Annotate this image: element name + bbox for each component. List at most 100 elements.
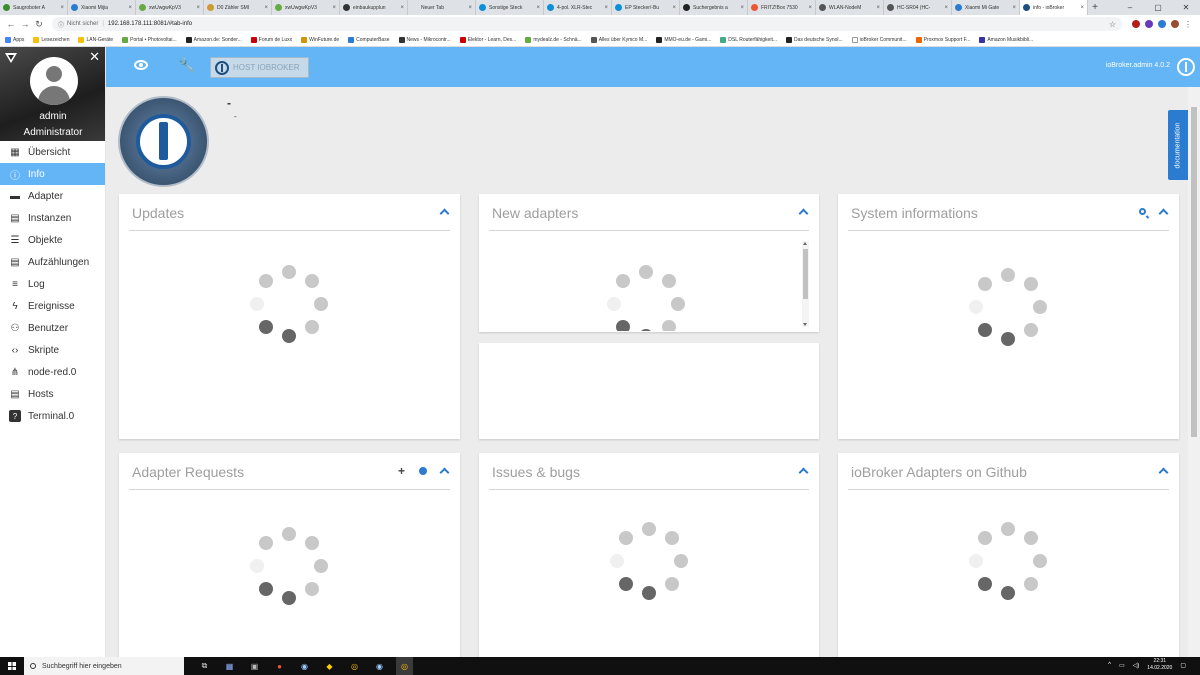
browser-tab[interactable]: Xiaomi Mi Gate × bbox=[952, 0, 1020, 15]
volume-icon[interactable]: ◁) bbox=[1133, 662, 1140, 669]
tray-clock[interactable]: 22:31 14.02.2020 bbox=[1147, 658, 1172, 672]
sidebar-item-ereignisse[interactable]: ϟ Ereignisse bbox=[0, 295, 105, 317]
sidebar-item-adapter[interactable]: ▬ Adapter bbox=[0, 185, 105, 207]
app-icon[interactable]: ▣ bbox=[246, 657, 263, 675]
page-scrollbar[interactable] bbox=[1188, 87, 1200, 657]
notification-icon[interactable]: ▢ bbox=[1180, 662, 1186, 669]
browser-tab[interactable]: Neuer Tab × bbox=[408, 0, 476, 15]
tab-close-icon[interactable]: × bbox=[128, 5, 132, 11]
chrome-icon[interactable]: ◎ bbox=[346, 657, 363, 675]
tab-close-icon[interactable]: × bbox=[1080, 5, 1084, 11]
globe-icon[interactable] bbox=[419, 466, 427, 475]
browser-tab[interactable]: info - ioBroker × bbox=[1020, 0, 1088, 15]
sidebar-item-hosts[interactable]: ▤ Hosts bbox=[0, 383, 105, 405]
browser-tab[interactable]: Saugroboter A × bbox=[0, 0, 68, 15]
card-scrollbar[interactable] bbox=[802, 241, 809, 327]
sidebar-item-instanzen[interactable]: ▤ Instanzen bbox=[0, 207, 105, 229]
bookmark-item[interactable]: MMO-eu.de - Gami... bbox=[656, 36, 711, 43]
browser-tab[interactable]: xwUwgwKpV3 × bbox=[272, 0, 340, 15]
browser-tab[interactable]: WLAN-NodeM × bbox=[816, 0, 884, 15]
bookmark-item[interactable]: mydealz.de - Schnä... bbox=[525, 36, 582, 43]
tab-close-icon[interactable]: × bbox=[876, 5, 880, 11]
new-tab-icon[interactable]: + bbox=[1088, 0, 1102, 15]
menu-dots-icon[interactable]: ⋮ bbox=[1184, 20, 1192, 29]
sidebar-item-objekte[interactable]: ☰ Objekte bbox=[0, 229, 105, 251]
eye-icon[interactable] bbox=[134, 60, 148, 70]
network-icon[interactable]: ▭ bbox=[1119, 662, 1125, 669]
browser-tab[interactable]: FRITZ!Box 7530 × bbox=[748, 0, 816, 15]
app-icon[interactable]: ◆ bbox=[321, 657, 338, 675]
browser-tab[interactable]: Xiaomi Mijia × bbox=[68, 0, 136, 15]
tab-close-icon[interactable]: × bbox=[332, 5, 336, 11]
sidebar-item-skripte[interactable]: ‹› Skripte bbox=[0, 339, 105, 361]
bookmark-item[interactable]: DSL Routerfähigkeit... bbox=[720, 36, 777, 43]
minimize-icon[interactable]: – bbox=[1116, 0, 1144, 15]
extension-icon[interactable] bbox=[1158, 20, 1166, 28]
bookmark-item[interactable]: Amazon.de: Sonder... bbox=[185, 36, 242, 43]
bookmark-item[interactable]: WinFuture.de bbox=[301, 36, 339, 43]
tab-close-icon[interactable]: × bbox=[60, 5, 64, 11]
extension-icon[interactable] bbox=[1145, 20, 1153, 28]
bookmark-item[interactable]: Forum de Luxx bbox=[250, 36, 292, 43]
tab-close-icon[interactable]: × bbox=[604, 5, 608, 11]
browser-tab[interactable]: HC-SR04 (HC- × bbox=[884, 0, 952, 15]
start-button[interactable] bbox=[0, 657, 24, 675]
search-icon[interactable] bbox=[1139, 208, 1146, 215]
add-icon[interactable]: + bbox=[398, 465, 405, 477]
bookmark-item[interactable]: Proxmox Support F... bbox=[915, 36, 970, 43]
sidebar-item-log[interactable]: ≡ Log bbox=[0, 273, 105, 295]
sidebar-item-terminal-0[interactable]: ? Terminal.0 bbox=[0, 405, 105, 427]
profile-avatar-icon[interactable] bbox=[1171, 20, 1179, 28]
collapse-chevron-icon[interactable] bbox=[798, 467, 809, 478]
task-view-icon[interactable]: ⧉ bbox=[196, 657, 213, 675]
browser-tab[interactable]: D0 Zähler SMI × bbox=[204, 0, 272, 15]
sidebar-item-aufzählungen[interactable]: ▤ Aufzählungen bbox=[0, 251, 105, 273]
iobroker-menu-logo-icon[interactable] bbox=[5, 53, 17, 63]
steam-icon[interactable]: ◉ bbox=[296, 657, 313, 675]
tab-close-icon[interactable]: × bbox=[536, 5, 540, 11]
bookmark-item[interactable]: Lesezeichen bbox=[33, 36, 69, 43]
browser-tab[interactable]: EP Stecker/-Bu × bbox=[612, 0, 680, 15]
tab-close-icon[interactable]: × bbox=[196, 5, 200, 11]
wrench-icon[interactable]: 🔧 bbox=[178, 57, 195, 74]
bookmark-item[interactable]: ComputerBase bbox=[348, 36, 390, 43]
close-icon[interactable]: ✕ bbox=[89, 49, 100, 65]
host-selector-button[interactable]: HOST IOBROKER bbox=[210, 57, 309, 78]
tab-close-icon[interactable]: × bbox=[672, 5, 676, 11]
bookmark-item[interactable]: LAN-Geräte bbox=[78, 36, 113, 43]
tab-close-icon[interactable]: × bbox=[944, 5, 948, 11]
app-icon[interactable]: ▦ bbox=[221, 657, 238, 675]
back-icon[interactable]: ← bbox=[4, 19, 18, 29]
tray-chevron-icon[interactable]: ^ bbox=[1108, 662, 1111, 668]
sidebar-item-node-red-0[interactable]: ⋔ node-red.0 bbox=[0, 361, 105, 383]
taskbar-search-input[interactable]: Suchbegriff hier eingeben bbox=[24, 657, 184, 675]
bookmark-item[interactable]: News - Mikrocontr... bbox=[398, 36, 451, 43]
bookmark-item[interactable]: Apps bbox=[5, 36, 24, 43]
extension-ublock-icon[interactable] bbox=[1132, 20, 1140, 28]
chrome-icon[interactable]: ◎ bbox=[396, 657, 413, 675]
collapse-chevron-icon[interactable] bbox=[439, 467, 450, 478]
collapse-chevron-icon[interactable] bbox=[798, 208, 809, 219]
steam-icon[interactable]: ◉ bbox=[371, 657, 388, 675]
tab-close-icon[interactable]: × bbox=[400, 5, 404, 11]
bookmark-item[interactable]: Alles über Kymco M... bbox=[590, 36, 647, 43]
sidebar-item-benutzer[interactable]: ⚇ Benutzer bbox=[0, 317, 105, 339]
tab-close-icon[interactable]: × bbox=[808, 5, 812, 11]
browser-tab[interactable]: xwUwgwKpV3 × bbox=[136, 0, 204, 15]
bookmark-item[interactable]: Das deutsche Synol... bbox=[786, 36, 843, 43]
bookmark-item[interactable]: Elektor - Learn, Des... bbox=[459, 36, 516, 43]
collapse-chevron-icon[interactable] bbox=[1158, 208, 1169, 219]
browser-tab[interactable]: Sonstige Steck × bbox=[476, 0, 544, 15]
app-icon[interactable]: ● bbox=[271, 657, 288, 675]
reload-icon[interactable]: ↻ bbox=[32, 19, 46, 30]
sidebar-item-info[interactable]: ⓘ Info bbox=[0, 163, 105, 185]
browser-tab[interactable]: Suchergebnis a × bbox=[680, 0, 748, 15]
tab-close-icon[interactable]: × bbox=[264, 5, 268, 11]
url-input[interactable]: ⓘ Nicht sicher | 192.168.178.111:8081/#t… bbox=[52, 17, 1122, 31]
collapse-chevron-icon[interactable] bbox=[1158, 467, 1169, 478]
bookmark-item[interactable]: ioBroker Communit... bbox=[851, 36, 907, 43]
bookmark-item[interactable]: Amazon Musikbibli... bbox=[979, 36, 1033, 43]
browser-tab[interactable]: einbaukupplun × bbox=[340, 0, 408, 15]
collapse-chevron-icon[interactable] bbox=[439, 208, 450, 219]
maximize-icon[interactable]: ▢ bbox=[1144, 0, 1172, 15]
